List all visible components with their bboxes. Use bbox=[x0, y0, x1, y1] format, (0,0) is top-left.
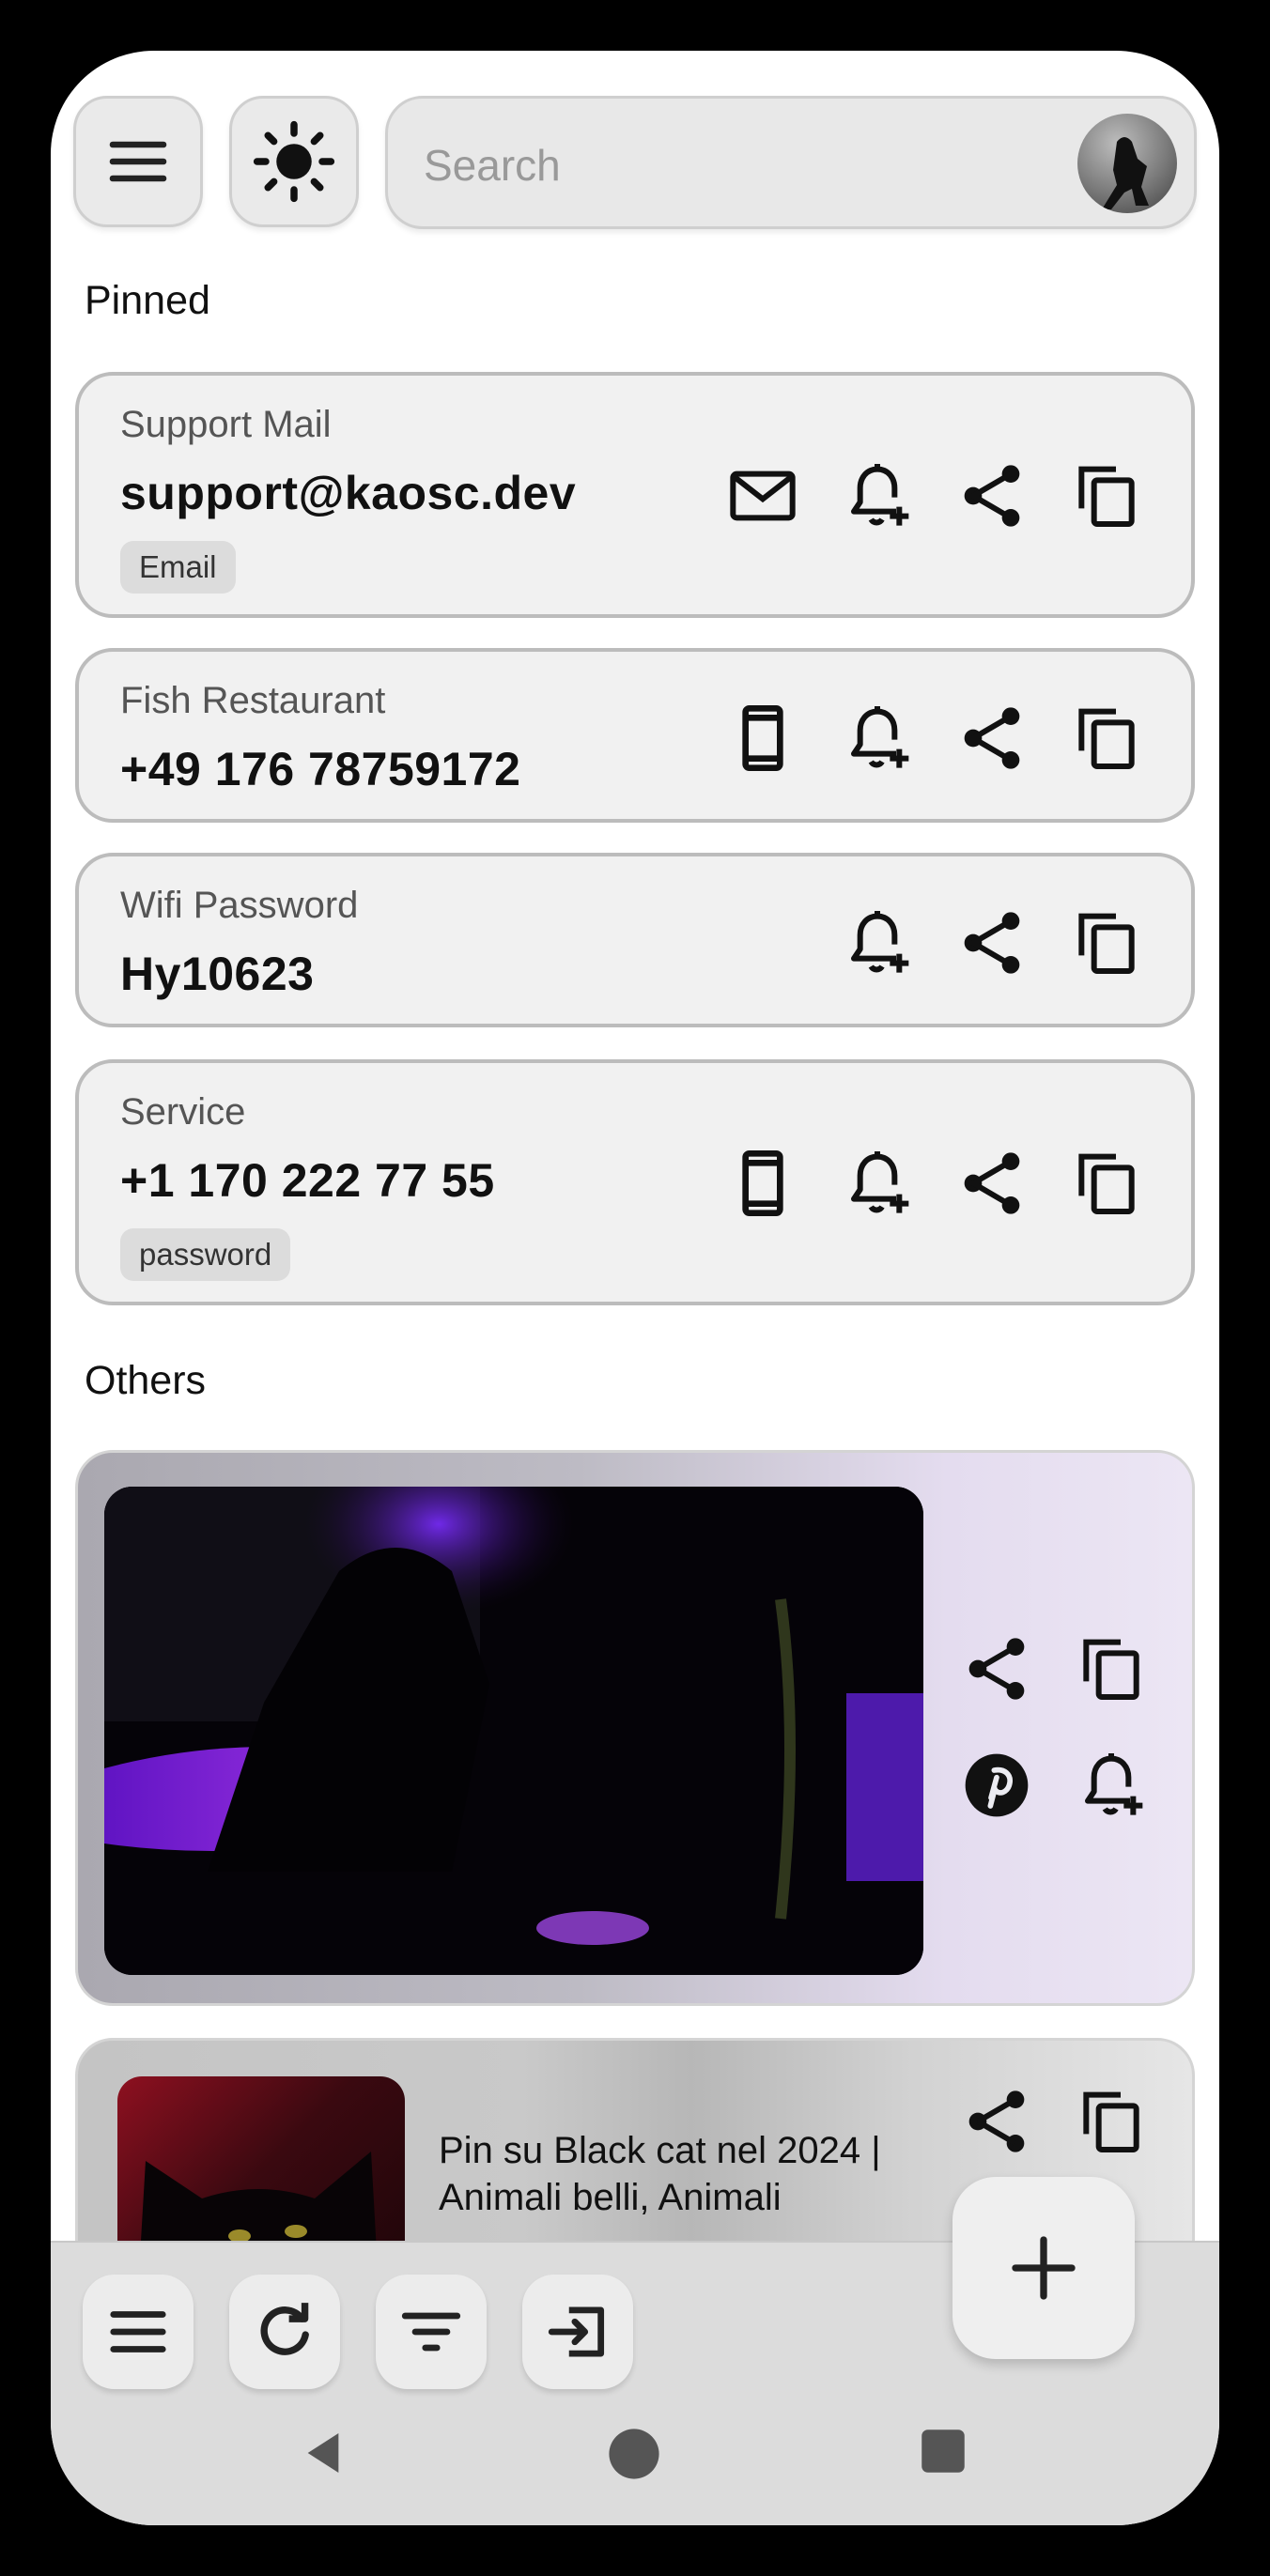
search-input[interactable] bbox=[424, 132, 1034, 198]
pinned-card-fish-restaurant[interactable]: Fish Restaurant +49 176 78759172 bbox=[75, 648, 1195, 823]
card-label: Wifi Password bbox=[120, 885, 359, 926]
back-triangle-icon bbox=[307, 2433, 339, 2473]
sun-icon bbox=[253, 120, 335, 203]
filter-icon bbox=[401, 2312, 461, 2352]
card-label: Support Mail bbox=[120, 404, 332, 445]
add-reminder-icon[interactable] bbox=[840, 458, 915, 533]
copy-icon[interactable] bbox=[1069, 1146, 1144, 1221]
copy-icon[interactable] bbox=[1074, 2084, 1149, 2159]
avatar-image bbox=[1102, 137, 1149, 209]
nav-home-button[interactable] bbox=[607, 2427, 661, 2481]
clip-image[interactable] bbox=[104, 1487, 923, 1975]
search-bar[interactable] bbox=[385, 96, 1197, 229]
menu-icon bbox=[109, 141, 167, 182]
add-reminder-icon[interactable] bbox=[840, 701, 915, 776]
night-car-photo bbox=[104, 1487, 923, 1975]
copy-icon[interactable] bbox=[1069, 905, 1144, 980]
add-reminder-icon[interactable] bbox=[840, 1146, 915, 1221]
import-icon bbox=[548, 2306, 605, 2357]
copy-icon[interactable] bbox=[1074, 1631, 1149, 1706]
section-title-pinned: Pinned bbox=[85, 278, 210, 323]
share-icon[interactable] bbox=[954, 1146, 1030, 1221]
pinned-card-service[interactable]: Service +1 170 222 77 55 password bbox=[75, 1059, 1195, 1305]
share-icon[interactable] bbox=[959, 1631, 1034, 1706]
add-reminder-icon[interactable] bbox=[840, 905, 915, 980]
share-icon[interactable] bbox=[954, 458, 1030, 533]
share-icon[interactable] bbox=[959, 2084, 1034, 2159]
section-title-others: Others bbox=[85, 1358, 207, 1403]
link-title: Pin su Black cat nel 2024 | Animali bell… bbox=[439, 2130, 881, 2218]
copy-icon[interactable] bbox=[1069, 701, 1144, 776]
copy-icon[interactable] bbox=[1069, 458, 1144, 533]
mail-icon[interactable] bbox=[725, 458, 800, 533]
drawer-button[interactable] bbox=[83, 2275, 194, 2389]
card-value[interactable]: +49 176 78759172 bbox=[120, 742, 520, 796]
avatar[interactable] bbox=[1077, 114, 1177, 213]
device-frame: Pinned Support Mail support@kaosc.dev Em… bbox=[0, 0, 1270, 2576]
home-circle-icon bbox=[609, 2429, 659, 2479]
card-value[interactable]: +1 170 222 77 55 bbox=[120, 1153, 495, 1208]
refresh-button[interactable] bbox=[229, 2275, 340, 2389]
tag-badge[interactable]: password bbox=[120, 1228, 291, 1281]
nav-recents-button[interactable] bbox=[919, 2427, 968, 2476]
pinned-card-wifi-password[interactable]: Wifi Password Hy10623 bbox=[75, 853, 1195, 1027]
import-button[interactable] bbox=[522, 2275, 633, 2389]
pinterest-icon[interactable] bbox=[959, 1748, 1034, 1823]
card-value[interactable]: support@kaosc.dev bbox=[120, 466, 576, 520]
pinned-card-support-mail[interactable]: Support Mail support@kaosc.dev Email bbox=[75, 372, 1195, 618]
phone-icon[interactable] bbox=[725, 1146, 800, 1221]
app-screen: Pinned Support Mail support@kaosc.dev Em… bbox=[51, 51, 1219, 2525]
image-clip-card[interactable] bbox=[75, 1450, 1195, 2006]
add-item-fab[interactable] bbox=[952, 2177, 1135, 2359]
share-icon[interactable] bbox=[954, 701, 1030, 776]
recents-square-icon bbox=[922, 2429, 965, 2473]
card-value[interactable]: Hy10623 bbox=[120, 947, 314, 1001]
card-label: Fish Restaurant bbox=[120, 680, 386, 721]
nav-back-button[interactable] bbox=[297, 2427, 349, 2479]
menu-button[interactable] bbox=[73, 96, 203, 227]
refresh-icon bbox=[260, 2303, 309, 2355]
add-reminder-icon[interactable] bbox=[1074, 1748, 1149, 1823]
add-icon bbox=[1012, 2236, 1076, 2300]
share-icon[interactable] bbox=[954, 905, 1030, 980]
menu-icon bbox=[110, 2311, 166, 2352]
card-label: Service bbox=[120, 1091, 246, 1133]
filter-button[interactable] bbox=[376, 2275, 487, 2389]
phone-icon[interactable] bbox=[725, 701, 800, 776]
theme-toggle-button[interactable] bbox=[229, 96, 359, 227]
tag-badge[interactable]: Email bbox=[120, 541, 236, 594]
